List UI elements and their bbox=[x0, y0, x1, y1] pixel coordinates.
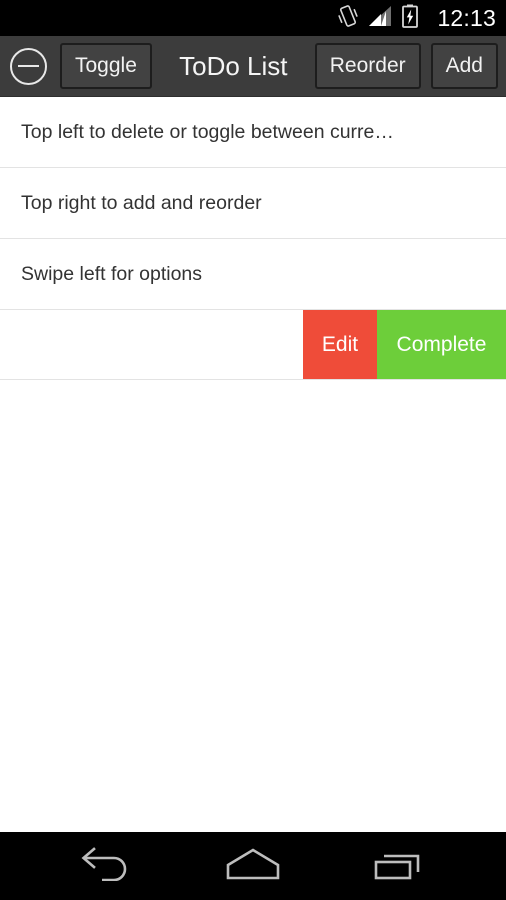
back-icon bbox=[80, 846, 134, 886]
list-item-swiped[interactable]: Edit Complete bbox=[0, 310, 506, 380]
list-item[interactable]: Top right to add and reorder bbox=[0, 168, 506, 239]
navigation-bar bbox=[0, 832, 506, 900]
home-icon bbox=[225, 847, 281, 886]
page-title: ToDo List bbox=[179, 51, 288, 81]
home-button[interactable] bbox=[210, 832, 296, 900]
list-item-label: Top left to delete or toggle between cur… bbox=[21, 121, 394, 143]
minus-circle-icon bbox=[9, 47, 47, 85]
back-button[interactable] bbox=[64, 832, 150, 900]
recents-icon bbox=[373, 847, 425, 886]
recents-button[interactable] bbox=[356, 832, 442, 900]
list-item[interactable]: Top left to delete or toggle between cur… bbox=[0, 97, 506, 168]
list-item-label: Swipe left for options bbox=[21, 263, 203, 285]
signal-icon bbox=[368, 5, 392, 32]
battery-charging-icon bbox=[402, 4, 419, 33]
list-item[interactable]: Swipe left for options bbox=[0, 239, 506, 310]
edit-action-button[interactable]: Edit bbox=[303, 310, 377, 379]
complete-action-button[interactable]: Complete bbox=[377, 310, 506, 379]
toggle-button[interactable]: Toggle bbox=[60, 43, 152, 89]
list-item-label: Top right to add and reorder bbox=[21, 192, 262, 214]
phone-screen: 12:13 Toggle ToDo List Reorder Add Top l… bbox=[0, 0, 506, 900]
vibrate-icon bbox=[338, 4, 359, 33]
status-time: 12:13 bbox=[437, 4, 496, 31]
add-button[interactable]: Add bbox=[430, 43, 498, 89]
reorder-button[interactable]: Reorder bbox=[314, 43, 421, 89]
status-bar: 12:13 bbox=[0, 0, 506, 36]
action-bar: Toggle ToDo List Reorder Add bbox=[0, 36, 506, 97]
status-icons: 12:13 bbox=[338, 4, 496, 33]
todo-list: Top left to delete or toggle between cur… bbox=[0, 97, 506, 832]
list-item-label bbox=[0, 310, 303, 379]
delete-toggle-button[interactable] bbox=[0, 36, 56, 97]
